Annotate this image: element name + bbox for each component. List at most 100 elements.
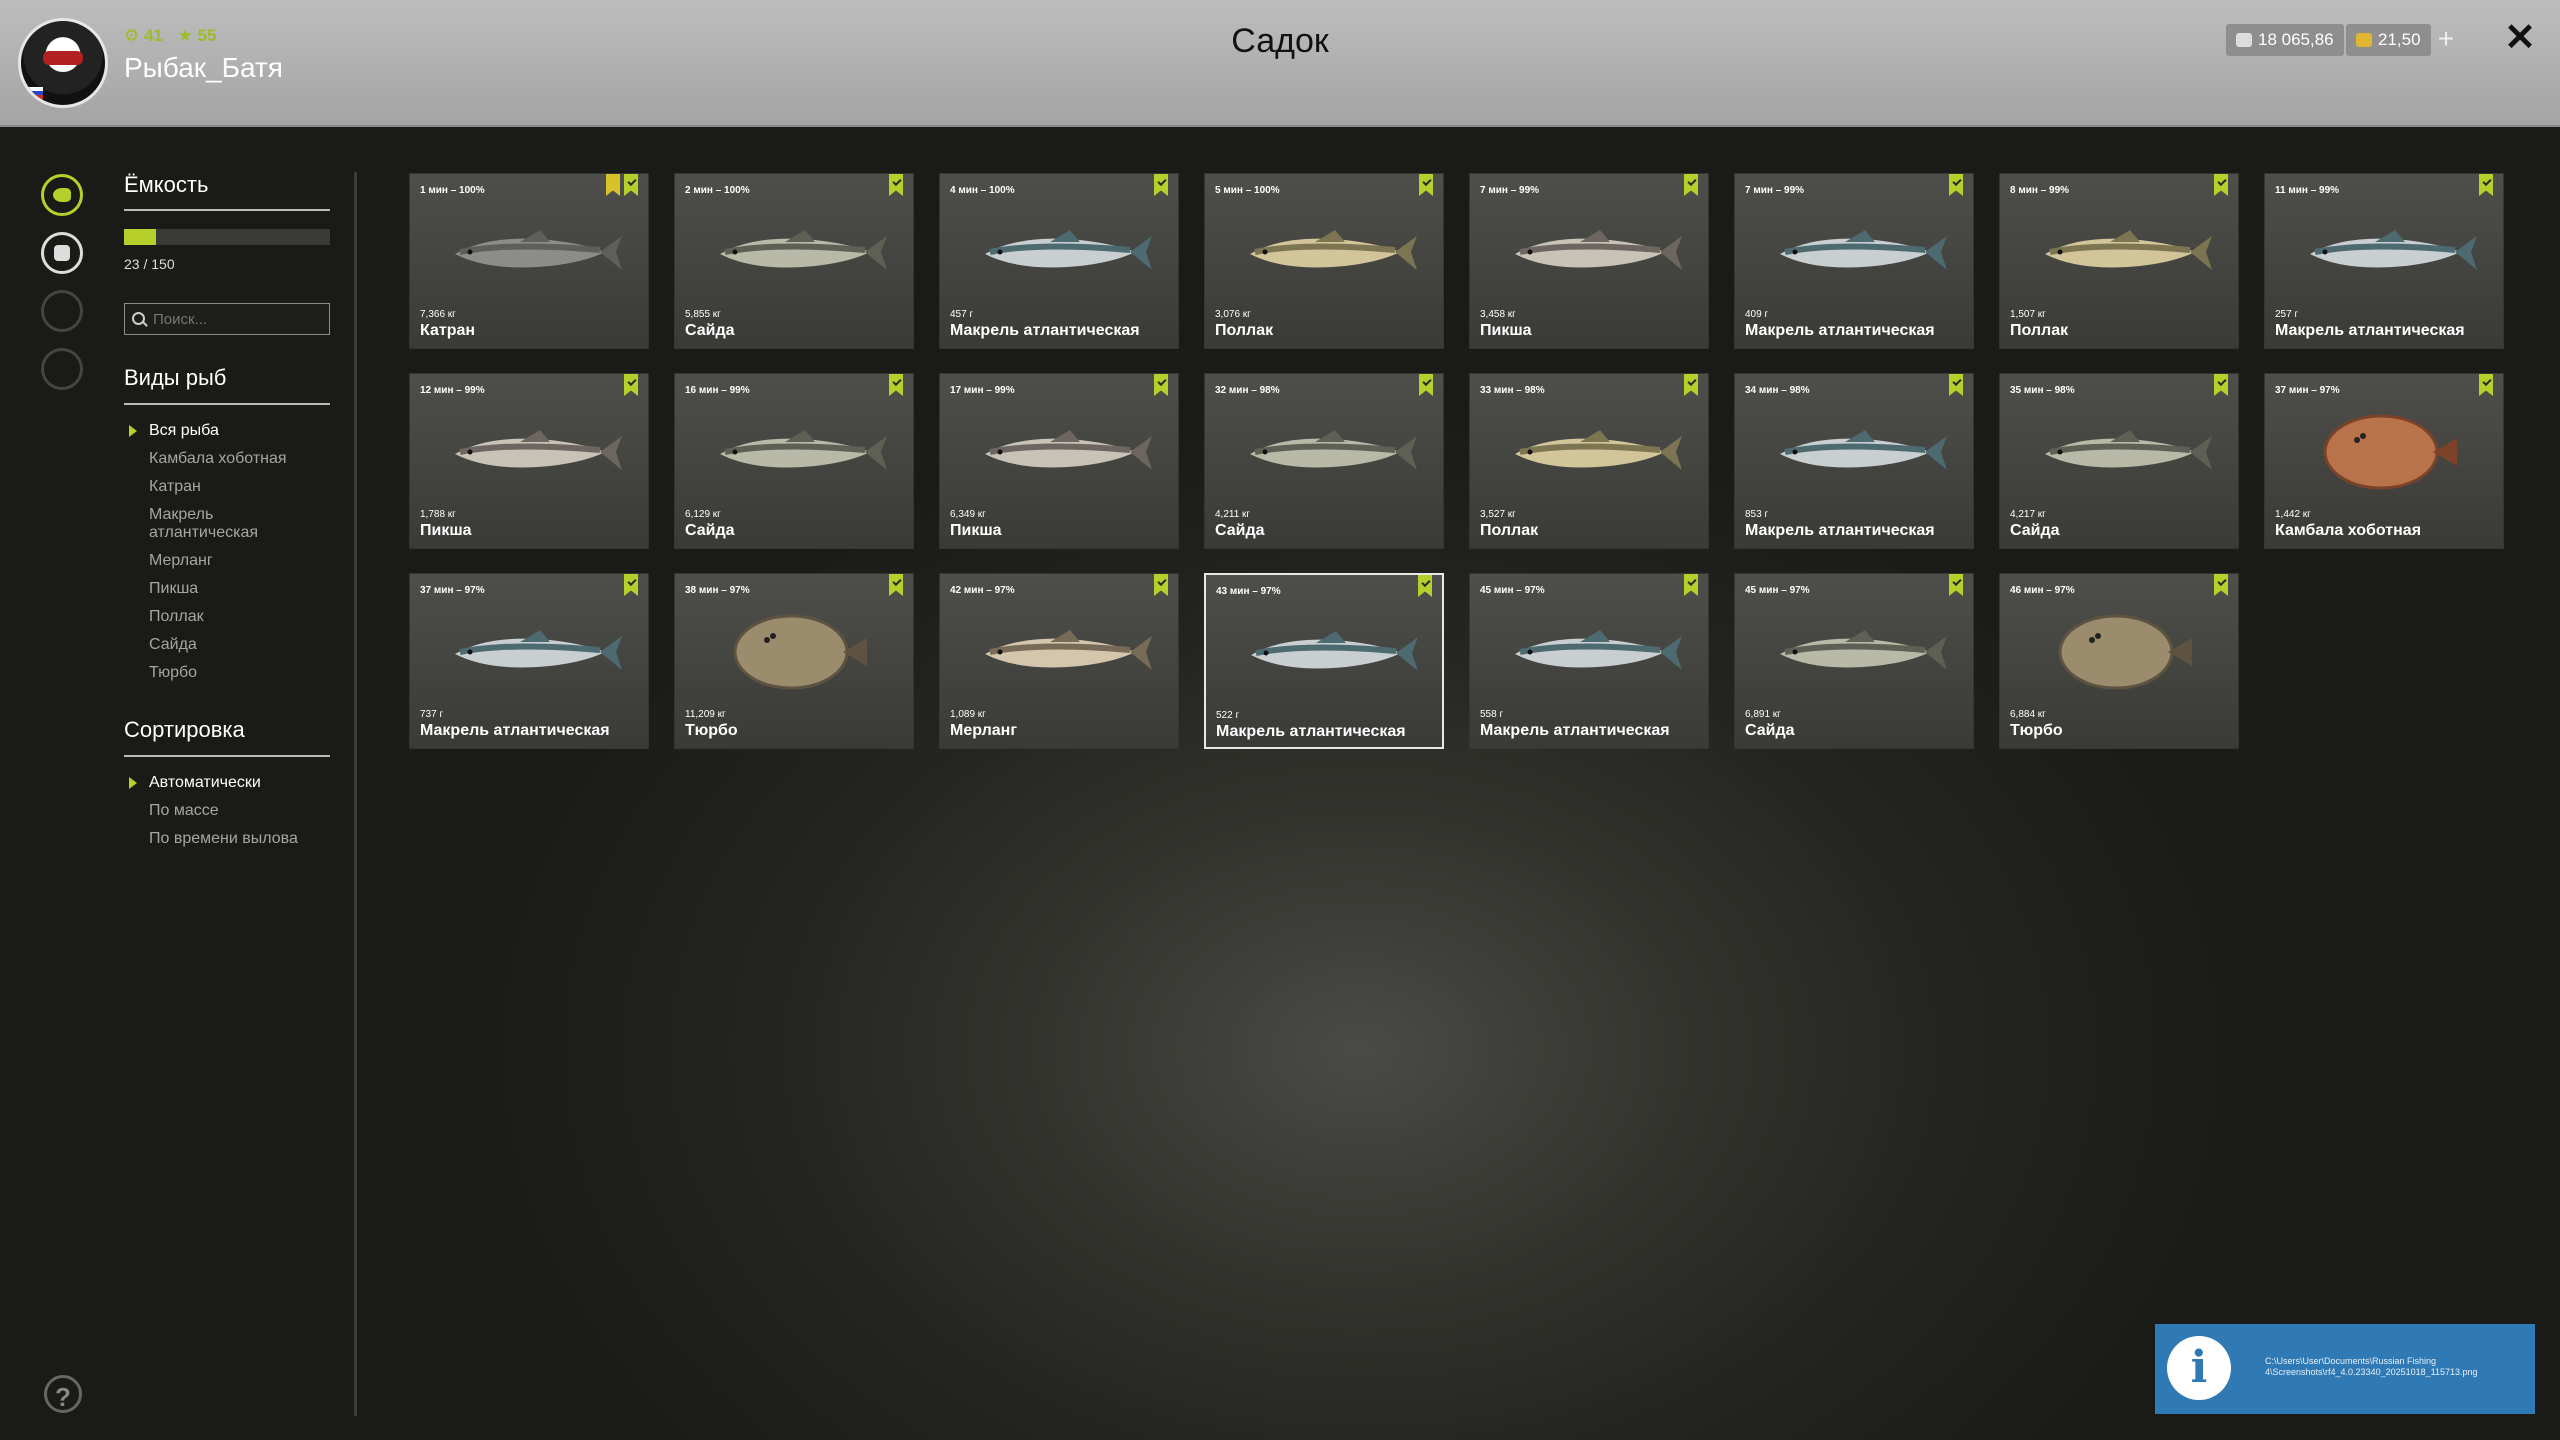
fish-card[interactable]: 43 мин – 97% 522 г Макрель атлантическая <box>1204 573 1444 749</box>
sorting-title: Сортировка <box>124 717 245 742</box>
capacity-title: Ёмкость <box>124 172 209 197</box>
fish-card[interactable]: 33 мин – 98% 3,527 кг Поллак <box>1469 373 1709 549</box>
fish-card[interactable]: 46 мин – 97% 6,884 кг Тюрбо <box>1999 573 2239 749</box>
fish-card[interactable]: 16 мин – 99% 6,129 кг Сайда <box>674 373 914 549</box>
catch-time-quality: 5 мин – 100% <box>1215 185 1280 196</box>
fish-weight: 3,458 кг <box>1480 309 1516 320</box>
checkmark-badge-icon <box>624 574 638 596</box>
checkmark-badge-icon <box>1684 574 1698 596</box>
fish-name: Поллак <box>1215 322 1274 339</box>
fish-name: Сайда <box>2010 522 2060 539</box>
fish-card[interactable]: 34 мин – 98% 853 г Макрель атлантическая <box>1734 373 1974 549</box>
catch-time-quality: 37 мин – 97% <box>420 585 485 596</box>
species-filter-item[interactable]: Катран <box>149 478 309 496</box>
fish-card[interactable]: 7 мин – 99% 3,458 кг Пикша <box>1469 173 1709 349</box>
fish-weight: 257 г <box>2275 309 2299 320</box>
checkmark-badge-icon <box>1154 374 1168 396</box>
catch-time-quality: 46 мин – 97% <box>2010 585 2075 596</box>
fish-card[interactable]: 17 мин – 99% 6,349 кг Пикша <box>939 373 1179 549</box>
species-filter-item[interactable]: Вся рыба <box>129 422 309 440</box>
species-filter-item[interactable]: Сайда <box>149 636 309 654</box>
fish-card[interactable]: 32 мин – 98% 4,211 кг Сайда <box>1204 373 1444 549</box>
fish-card[interactable]: 5 мин – 100% 3,076 кг Поллак <box>1204 173 1444 349</box>
fish-card[interactable]: 35 мин – 98% 4,217 кг Сайда <box>1999 373 2239 549</box>
fish-weight: 11,209 кг <box>685 709 726 720</box>
fish-image <box>1205 412 1445 492</box>
window-title: Садок <box>1231 22 1329 60</box>
fire-tab-icon[interactable] <box>41 290 83 332</box>
fish-card[interactable]: 12 мин – 99% 1,788 кг Пикша <box>409 373 649 549</box>
checkmark-badge-icon <box>1949 574 1963 596</box>
fish-name: Макрель атлантическая <box>1745 522 1935 539</box>
fish-card[interactable]: 7 мин – 99% 409 г Макрель атлантическая <box>1734 173 1974 349</box>
catch-time-quality: 4 мин – 100% <box>950 185 1015 196</box>
fish-name: Сайда <box>1745 722 1795 739</box>
add-gold-button[interactable]: + <box>2430 24 2462 56</box>
fish-weight: 6,891 кг <box>1745 709 1781 720</box>
fish-card[interactable]: 8 мин – 99% 1,507 кг Поллак <box>1999 173 2239 349</box>
species-filter-item[interactable]: Макрель атлантическая <box>149 506 309 542</box>
catch-time-quality: 35 мин – 98% <box>2010 385 2075 396</box>
catch-time-quality: 11 мин – 99% <box>2275 185 2340 196</box>
catch-time-quality: 33 мин – 98% <box>1480 385 1545 396</box>
species-filter-item[interactable]: Камбала хоботная <box>149 450 309 468</box>
species-filter-item[interactable]: Мерланг <box>149 552 309 570</box>
fish-name: Макрель атлантическая <box>1480 722 1670 739</box>
species-list: Вся рыба Камбала хоботная Катран Макрель ат… <box>129 422 309 692</box>
catch-time-quality: 16 мин – 99% <box>685 385 750 396</box>
fish-card[interactable]: 45 мин – 97% 558 г Макрель атлантическая <box>1469 573 1709 749</box>
sort-option-item[interactable]: По времени вылова <box>149 830 309 848</box>
fish-name: Пикша <box>1480 322 1532 339</box>
home-tab-icon[interactable] <box>41 348 83 390</box>
checkmark-badge-icon <box>1154 174 1168 196</box>
fish-card[interactable]: 2 мин – 100% 5,855 кг Сайда <box>674 173 914 349</box>
fish-card[interactable]: 37 мин – 97% 737 г Макрель атлантическая <box>409 573 649 749</box>
fish-weight: 6,884 кг <box>2010 709 2046 720</box>
checkmark-badge-icon <box>2214 174 2228 196</box>
species-filter-item[interactable]: Тюрбо <box>149 664 309 682</box>
fish-image <box>1470 212 1710 292</box>
fish-image <box>1470 612 1710 692</box>
fish-card[interactable]: 11 мин – 99% 257 г Макрель атлантическая <box>2264 173 2504 349</box>
screenshot-path: C:\Users\User\Documents\Russian Fishing … <box>2265 1356 2478 1377</box>
search-input[interactable] <box>124 303 330 335</box>
catch-time-quality: 38 мин – 97% <box>685 585 750 596</box>
fish-card[interactable]: 1 мин – 100% 7,366 кг Катран <box>409 173 649 349</box>
sort-option-item[interactable]: Автоматически <box>129 774 309 792</box>
close-button[interactable]: ✕ <box>2500 18 2540 58</box>
catch-time-quality: 2 мин – 100% <box>685 185 750 196</box>
fish-name: Сайда <box>685 322 735 339</box>
capacity-text: 23 / 150 <box>124 256 175 272</box>
checkmark-badge-icon <box>1419 174 1433 196</box>
catch-time-quality: 42 мин – 97% <box>950 585 1015 596</box>
species-filter-item[interactable]: Пикша <box>149 580 309 598</box>
fish-name: Сайда <box>685 522 735 539</box>
fish-name: Пикша <box>950 522 1002 539</box>
fish-name: Пикша <box>420 522 472 539</box>
catch-time-quality: 32 мин – 98% <box>1215 385 1280 396</box>
fish-image <box>2000 212 2240 292</box>
help-icon[interactable]: ? <box>44 1375 82 1413</box>
sort-list: Автоматически По массе По времени вылова <box>129 774 309 858</box>
divider <box>124 209 330 211</box>
checkmark-badge-icon <box>1684 174 1698 196</box>
fish-card[interactable]: 4 мин – 100% 457 г Макрель атлантическая <box>939 173 1179 349</box>
sort-option-item[interactable]: По массе <box>149 802 309 820</box>
inventory-tab-icon[interactable] <box>41 232 83 274</box>
search-icon <box>132 312 145 325</box>
fish-image <box>2000 612 2240 692</box>
checkmark-badge-icon <box>1949 174 1963 196</box>
species-filter-item[interactable]: Поллак <box>149 608 309 626</box>
catch-time-quality: 1 мин – 100% <box>420 185 485 196</box>
fish-weight: 1,788 кг <box>420 509 456 520</box>
fish-card[interactable]: 37 мин – 97% 1,442 кг Камбала хоботная <box>2264 373 2504 549</box>
fish-image <box>1735 612 1975 692</box>
fish-weight: 1,089 кг <box>950 709 986 720</box>
keepnet-tab-icon[interactable] <box>41 174 83 216</box>
checkmark-badge-icon <box>624 374 638 396</box>
fish-image <box>410 212 650 292</box>
fish-card[interactable]: 45 мин – 97% 6,891 кг Сайда <box>1734 573 1974 749</box>
fish-card[interactable]: 38 мин – 97% 11,209 кг Тюрбо <box>674 573 914 749</box>
screenshot-notification[interactable]: i C:\Users\User\Documents\Russian Fishin… <box>2155 1324 2535 1414</box>
fish-card[interactable]: 42 мин – 97% 1,089 кг Мерланг <box>939 573 1179 749</box>
